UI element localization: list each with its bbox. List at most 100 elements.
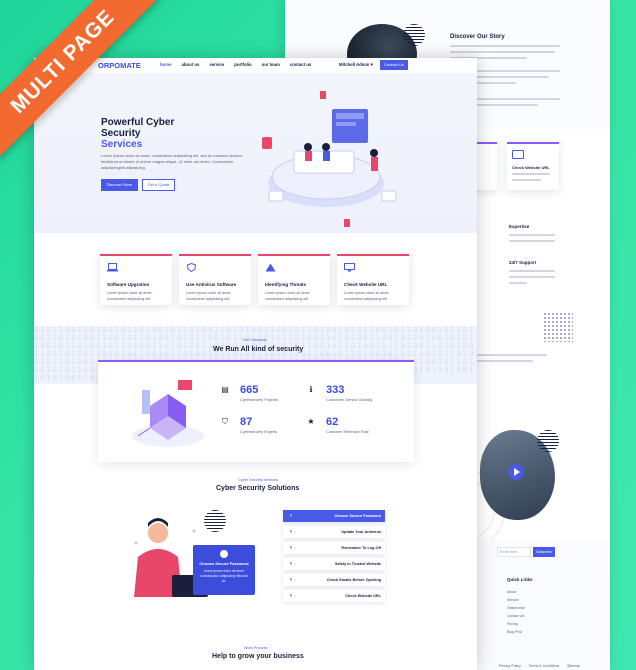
discover-more-button[interactable]: Discover More <box>101 179 138 191</box>
quick-links-title: Quick Links <box>507 577 533 582</box>
service-card[interactable]: Identifying Threats Lorem ipsum dolor si… <box>258 254 330 305</box>
stat-label: Cybersecurity Experts <box>240 430 278 434</box>
service-title: Software Upgration <box>107 282 150 287</box>
shield-icon <box>186 262 197 273</box>
password-card-text: lorem ipsum dolor sit amet consequatur a… <box>200 569 248 583</box>
company-label: Our Company <box>243 338 267 342</box>
password-card-title: Choose Secure Password <box>199 561 249 566</box>
solution-item[interactable]: ‹ Choose Secure Password <box>283 510 385 522</box>
chevron-left-icon: ‹ <box>290 513 292 519</box>
nav-item-about[interactable]: about us <box>181 62 199 67</box>
stat-label: Cybersecurity Projects <box>240 398 278 402</box>
nav-item-contact[interactable]: contact us <box>290 62 312 67</box>
hero-illustration <box>262 91 397 227</box>
support-lines <box>509 270 555 288</box>
quick-link[interactable]: Service <box>507 598 525 602</box>
hero-description: Lorem ipsum dolor sit amet, consectetur … <box>101 153 243 170</box>
chevron-left-icon: ‹ <box>290 577 292 583</box>
stripes-decoration-2 <box>537 430 559 452</box>
monitor-icon <box>344 263 355 272</box>
shield-icon: ⛉ <box>222 417 228 426</box>
star-icon: ★ <box>307 417 315 426</box>
quick-links-list: About Service Testimonial Contact Us Pri… <box>507 590 525 638</box>
solutions-label: Cyber Security services <box>238 478 278 482</box>
stat-label: Customer Retention Rate <box>326 430 369 434</box>
nav-item-team[interactable]: our team <box>262 62 280 67</box>
quick-link[interactable]: Contact Us <box>507 614 525 618</box>
service-desc: Lorem ipsum dolor sit amet, consectetur … <box>265 291 311 301</box>
quick-link[interactable]: Pricing <box>507 622 525 626</box>
solution-label: Safety In Trusted Website <box>334 562 381 566</box>
service-desc: Lorem ipsum dolor sit amet, consectetur … <box>344 291 390 301</box>
password-card: Choose Secure Password lorem ipsum dolor… <box>193 545 255 595</box>
stat-value: 87 <box>240 416 253 428</box>
expertise-lines <box>509 234 555 246</box>
stat-value: 62 <box>326 416 339 428</box>
solution-item[interactable]: ‹ Update Your Antivirus <box>283 526 385 538</box>
laptop-icon <box>107 263 118 272</box>
work-process-label: Work Process <box>244 646 268 650</box>
back-card-url: Check Website URL <box>507 142 559 190</box>
nav-item-home[interactable]: home <box>160 62 171 67</box>
story-title: Discover Our Story <box>450 34 505 40</box>
grow-heading: Help to grow your business <box>212 653 304 660</box>
hero-section: Powerful Cyber Security Services Lorem i… <box>34 73 477 233</box>
stat-value: 333 <box>326 384 345 396</box>
main-menu: home about us service portfolio our team… <box>160 62 311 67</box>
solution-label: Choose Secure Password <box>334 514 381 518</box>
stat-retention: ★ 62 Customer Retention Rate <box>307 416 369 434</box>
service-card[interactable]: Use Antivirus Software Lorem ipsum dolor… <box>179 254 251 305</box>
solution-label: Check Emails Before Opening <box>326 578 381 582</box>
footer <box>475 540 610 670</box>
subscribe-button[interactable]: Subscribe <box>533 547 555 557</box>
service-title: Check Website URL <box>344 282 388 287</box>
quick-link[interactable]: Testimonial <box>507 606 525 610</box>
about-lines <box>477 354 547 366</box>
contact-button[interactable]: Contact Us <box>380 60 408 70</box>
newsletter-input[interactable]: Email Here <box>497 547 531 557</box>
nav-item-portfolio[interactable]: portfolio <box>234 62 251 67</box>
service-desc: Lorem ipsum dolor sit amet, consectetur … <box>107 291 153 301</box>
service-card[interactable]: Software Upgration Lorem ipsum dolor sit… <box>100 254 172 305</box>
get-quote-button[interactable]: Get a Quote <box>142 179 175 191</box>
support-title: 24/7 Support <box>509 260 537 265</box>
lock-icon <box>220 550 228 558</box>
solution-item[interactable]: ‹ Remember To Log Off <box>283 542 385 554</box>
hero-subtitle: Services <box>101 139 143 150</box>
service-title: Use Antivirus Software <box>186 282 237 287</box>
monitor-icon <box>512 150 524 159</box>
chevron-left-icon: ‹ <box>290 529 292 535</box>
dot-grid-decoration <box>543 312 573 342</box>
stripes-decoration-3 <box>204 510 226 532</box>
solution-item[interactable]: ‹ Check Emails Before Opening <box>283 574 385 586</box>
expertise-title: Expertise <box>509 224 530 229</box>
stat-customers: ℹ 333 Customers Served Globally <box>309 384 373 402</box>
quick-link[interactable]: Blog Post <box>507 630 525 634</box>
navbar: ORPOMATE home about us service portfolio… <box>34 58 477 73</box>
solution-label: Remember To Log Off <box>341 546 381 550</box>
logo[interactable]: ORPOMATE <box>98 61 141 70</box>
warning-icon <box>265 263 276 272</box>
chevron-left-icon: ‹ <box>290 561 292 567</box>
quick-link[interactable]: About <box>507 590 525 594</box>
solution-item[interactable]: ‹ Safety In Trusted Website <box>283 558 385 570</box>
stat-experts: ⛉ 87 Cybersecurity Experts <box>222 416 278 434</box>
admin-dropdown[interactable]: Mitchell Admin ▾ <box>339 62 373 68</box>
nav-item-service[interactable]: service <box>209 62 224 67</box>
play-icon[interactable] <box>508 464 524 480</box>
hero-title: Powerful Cyber Security <box>101 117 175 139</box>
stat-label: Customers Served Globally <box>326 398 373 402</box>
service-card[interactable]: Check Website URL Lorem ipsum dolor sit … <box>337 254 409 305</box>
stat-projects: ▤ 665 Cybersecurity Projects <box>221 384 278 402</box>
service-desc: Lorem ipsum dolor sit amet, consectetur … <box>186 291 232 301</box>
terms-link[interactable]: Terms & Conditions <box>529 664 559 668</box>
privacy-link[interactable]: Privacy Policy <box>499 664 521 668</box>
back-card-title: Check Website URL <box>512 165 550 170</box>
solutions-heading: Cyber Security Solutions <box>216 485 300 492</box>
stats-section: ▤ 665 Cybersecurity Projects ℹ 333 Custo… <box>98 360 414 462</box>
chevron-left-icon: ‹ <box>290 593 292 599</box>
sitemap-link[interactable]: Sitemap <box>567 664 580 668</box>
footer-bottom-links: Privacy Policy Terms & Conditions Sitema… <box>499 664 580 668</box>
chevron-left-icon: ‹ <box>290 545 292 551</box>
solution-item[interactable]: ‹ Check Website URL <box>283 590 385 602</box>
